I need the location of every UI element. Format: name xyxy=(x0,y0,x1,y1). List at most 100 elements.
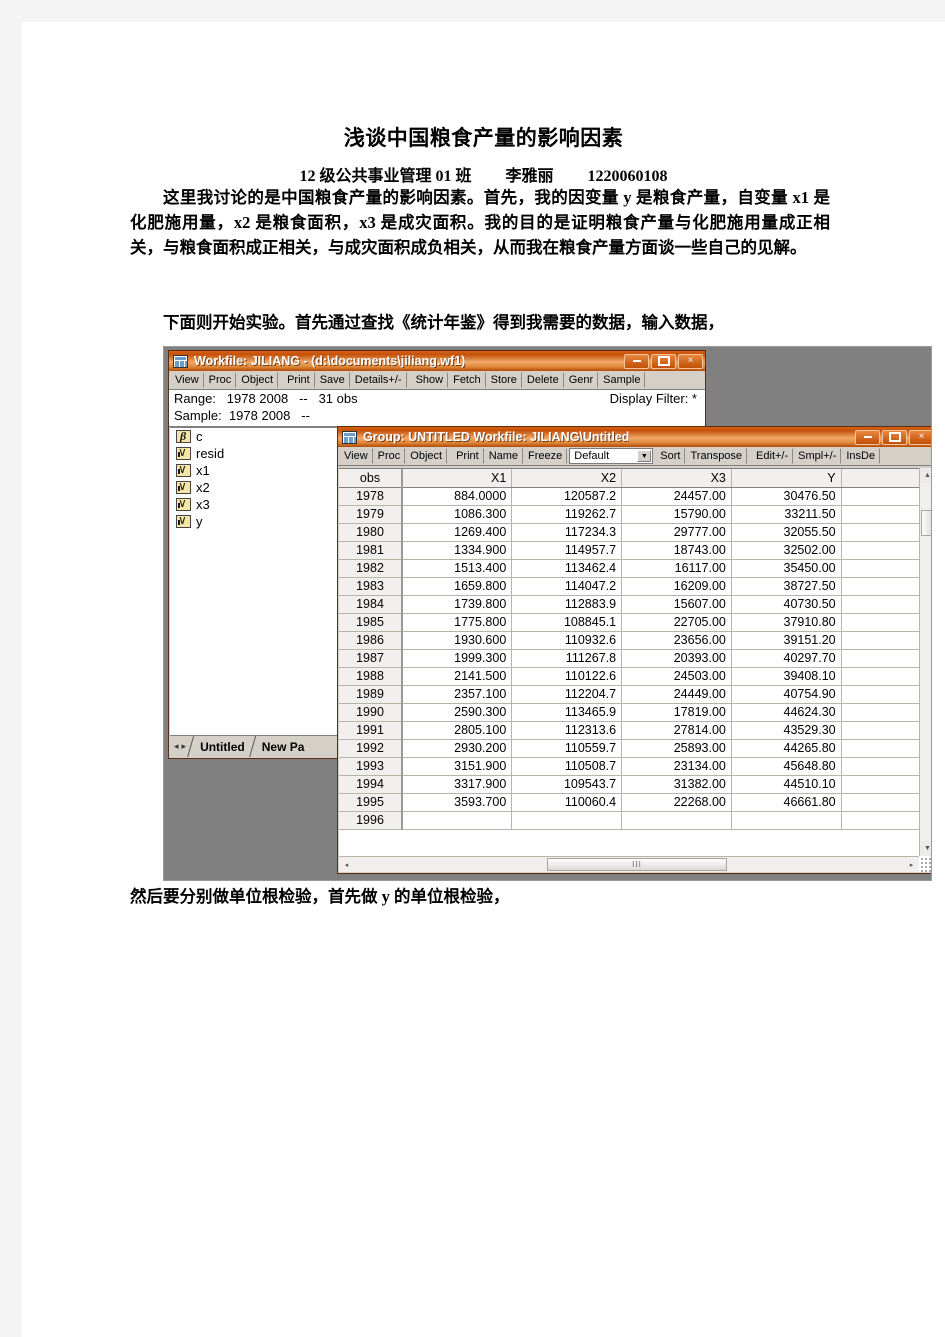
column-header-x2[interactable]: X2 xyxy=(511,469,623,488)
cell-blank[interactable] xyxy=(841,703,923,722)
cell-x3[interactable]: 31382.00 xyxy=(621,775,732,794)
workfile-btn-print[interactable]: Print xyxy=(282,372,315,388)
cell-x2[interactable]: 117234.3 xyxy=(511,523,623,542)
cell-blank[interactable] xyxy=(841,775,923,794)
cell-x2[interactable]: 114047.2 xyxy=(511,577,623,596)
minimize-button[interactable] xyxy=(855,429,880,445)
table-row[interactable]: 1988 2141.500 110122.6 24503.00 39408.10 xyxy=(339,667,923,686)
cell-obs[interactable]: 1990 xyxy=(339,703,404,722)
cell-obs[interactable]: 1988 xyxy=(339,667,404,686)
cell-x3[interactable]: 18743.00 xyxy=(621,541,732,560)
cell-x3[interactable]: 22268.00 xyxy=(621,793,732,812)
table-row[interactable]: 1996 xyxy=(339,811,923,830)
cell-x3[interactable]: 15790.00 xyxy=(621,505,732,524)
cell-obs[interactable]: 1983 xyxy=(339,577,404,596)
cell-x3[interactable]: 24503.00 xyxy=(621,667,732,686)
cell-x3[interactable]: 16117.00 xyxy=(621,559,732,578)
cell-x3[interactable]: 27814.00 xyxy=(621,721,732,740)
workfile-btn-delete[interactable]: Delete xyxy=(521,372,564,388)
cell-x1[interactable]: 1513.400 xyxy=(402,559,513,578)
workfile-btn-save[interactable]: Save xyxy=(314,372,350,388)
cell-blank[interactable] xyxy=(841,577,923,596)
table-row[interactable]: 1982 1513.400 113462.4 16117.00 35450.00 xyxy=(339,559,923,578)
tab-scroll-arrows[interactable]: ◂ ▸ xyxy=(170,741,190,752)
cell-x1[interactable]: 1999.300 xyxy=(402,649,513,668)
cell-x3[interactable]: 17819.00 xyxy=(621,703,732,722)
cell-x3[interactable]: 22705.00 xyxy=(621,613,732,632)
cell-blank[interactable] xyxy=(841,685,923,704)
cell-y[interactable]: 44510.10 xyxy=(731,775,842,794)
cell-x1[interactable]: 1269.400 xyxy=(402,523,513,542)
cell-x3[interactable]: 20393.00 xyxy=(621,649,732,668)
tab-new-page[interactable]: New Pa xyxy=(252,738,312,756)
workfile-btn-details[interactable]: Details+/- xyxy=(349,372,407,388)
cell-y[interactable]: 40297.70 xyxy=(731,649,842,668)
scroll-right-button[interactable]: ▸ xyxy=(904,857,919,872)
cell-x2[interactable]: 112313.6 xyxy=(511,721,623,740)
group-btn-name[interactable]: Name xyxy=(483,448,524,464)
cell-obs[interactable]: 1978 xyxy=(339,487,404,506)
vertical-scrollbar[interactable]: ▲ ▼ xyxy=(919,468,931,856)
cell-blank[interactable] xyxy=(841,559,923,578)
cell-x2[interactable]: 112883.9 xyxy=(511,595,623,614)
close-button[interactable]: × xyxy=(678,353,703,369)
table-row[interactable]: 1980 1269.400 117234.3 29777.00 32055.50 xyxy=(339,523,923,542)
column-header-x1[interactable]: X1 xyxy=(402,469,513,488)
cell-x2[interactable]: 113462.4 xyxy=(511,559,623,578)
table-row[interactable]: 1981 1334.900 114957.7 18743.00 32502.00 xyxy=(339,541,923,560)
group-btn-freeze[interactable]: Freeze xyxy=(523,448,568,464)
cell-y[interactable]: 39151.20 xyxy=(731,631,842,650)
cell-x3[interactable] xyxy=(621,811,732,830)
horizontal-scrollbar[interactable]: ◂ III ▸ xyxy=(339,856,919,872)
group-btn-proc[interactable]: Proc xyxy=(372,448,406,464)
workfile-btn-sample[interactable]: Sample xyxy=(598,372,646,388)
vertical-scroll-thumb[interactable] xyxy=(921,510,931,536)
table-row[interactable]: 1990 2590.300 113465.9 17819.00 44624.30 xyxy=(339,703,923,722)
horizontal-scroll-thumb[interactable]: III xyxy=(547,858,727,871)
table-row[interactable]: 1993 3151.900 110508.7 23134.00 45648.80 xyxy=(339,757,923,776)
cell-x3[interactable]: 15607.00 xyxy=(621,595,732,614)
column-header-blank[interactable] xyxy=(841,469,923,488)
cell-obs[interactable]: 1987 xyxy=(339,649,404,668)
cell-blank[interactable] xyxy=(841,793,923,812)
cell-x1[interactable]: 1334.900 xyxy=(402,541,513,560)
cell-obs[interactable]: 1992 xyxy=(339,739,404,758)
cell-y[interactable] xyxy=(731,811,842,830)
cell-x3[interactable]: 24449.00 xyxy=(621,685,732,704)
group-btn-object[interactable]: Object xyxy=(405,448,448,464)
group-btn-smpl[interactable]: Smpl+/- xyxy=(793,448,842,464)
cell-x2[interactable]: 114957.7 xyxy=(511,541,623,560)
cell-obs[interactable]: 1981 xyxy=(339,541,404,560)
cell-x2[interactable]: 110060.4 xyxy=(511,793,623,812)
cell-x1[interactable]: 2590.300 xyxy=(402,703,513,722)
cell-obs[interactable]: 1980 xyxy=(339,523,404,542)
group-btn-sort[interactable]: Sort xyxy=(655,448,686,464)
group-btn-print[interactable]: Print xyxy=(451,448,484,464)
cell-blank[interactable] xyxy=(841,541,923,560)
minimize-button[interactable] xyxy=(624,353,649,369)
cell-obs[interactable]: 1982 xyxy=(339,559,404,578)
cell-blank[interactable] xyxy=(841,739,923,758)
cell-blank[interactable] xyxy=(841,721,923,740)
cell-y[interactable]: 32055.50 xyxy=(731,523,842,542)
column-header-obs[interactable]: obs xyxy=(339,469,404,488)
cell-x1[interactable]: 884.0000 xyxy=(402,487,513,506)
cell-obs[interactable]: 1996 xyxy=(339,811,404,830)
workfile-btn-store[interactable]: Store xyxy=(485,372,522,388)
cell-y[interactable]: 40754.90 xyxy=(731,685,842,704)
view-mode-select[interactable]: Default ▼ xyxy=(569,448,654,464)
table-row[interactable]: 1992 2930.200 110559.7 25893.00 44265.80 xyxy=(339,739,923,758)
cell-blank[interactable] xyxy=(841,595,923,614)
cell-blank[interactable] xyxy=(841,631,923,650)
cell-y[interactable]: 44265.80 xyxy=(731,739,842,758)
cell-x1[interactable]: 2930.200 xyxy=(402,739,513,758)
cell-blank[interactable] xyxy=(841,487,923,506)
workfile-titlebar[interactable]: Workfile: JILIANG - (d:\documents\jilian… xyxy=(169,351,705,371)
cell-y[interactable]: 33211.50 xyxy=(731,505,842,524)
group-titlebar[interactable]: Group: UNTITLED Workfile: JILIANG\Untitl… xyxy=(338,427,931,447)
cell-obs[interactable]: 1985 xyxy=(339,613,404,632)
cell-y[interactable]: 38727.50 xyxy=(731,577,842,596)
cell-x2[interactable]: 110122.6 xyxy=(511,667,623,686)
cell-x2[interactable]: 108845.1 xyxy=(511,613,623,632)
display-filter-label[interactable]: Display Filter: * xyxy=(610,391,697,406)
